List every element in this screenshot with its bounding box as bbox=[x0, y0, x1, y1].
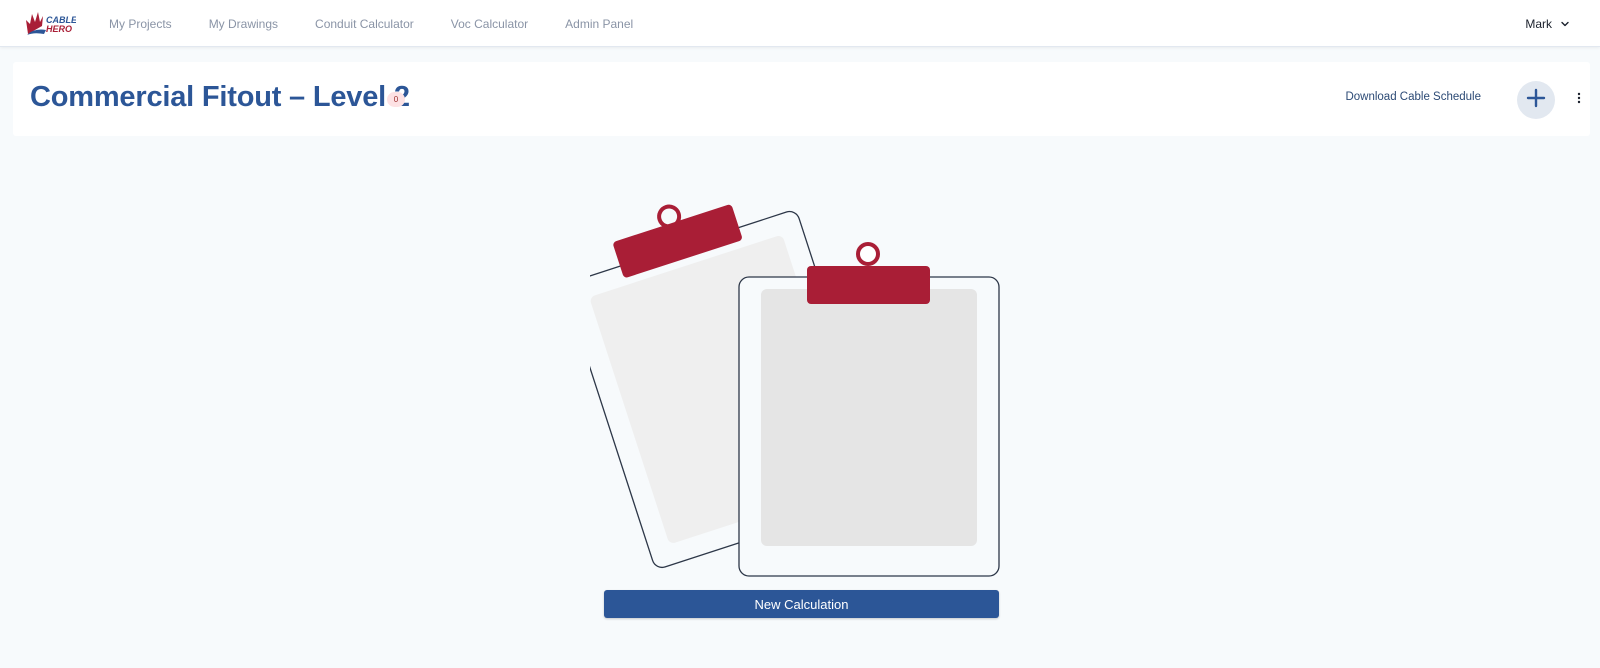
add-button[interactable] bbox=[1517, 81, 1555, 119]
nav-voc-calculator[interactable]: Voc Calculator bbox=[451, 17, 528, 31]
cable-hero-logo[interactable]: CABLE HERO bbox=[24, 8, 76, 38]
plus-icon bbox=[1526, 88, 1546, 113]
more-vertical-icon bbox=[1577, 91, 1581, 109]
more-options-button[interactable] bbox=[1573, 90, 1585, 110]
nav-my-drawings[interactable]: My Drawings bbox=[209, 17, 278, 31]
count-badge: 0 bbox=[387, 92, 405, 107]
page-title: Commercial Fitout – Level 2 bbox=[30, 81, 410, 113]
main-nav: My Projects My Drawings Conduit Calculat… bbox=[109, 0, 670, 47]
project-header: Commercial Fitout – Level 2 0 Download C… bbox=[13, 62, 1590, 136]
nav-conduit-calculator[interactable]: Conduit Calculator bbox=[315, 17, 414, 31]
download-cable-schedule-link[interactable]: Download Cable Schedule bbox=[1345, 91, 1481, 103]
nav-my-projects[interactable]: My Projects bbox=[109, 17, 172, 31]
user-name: Mark bbox=[1525, 16, 1552, 31]
top-navbar: CABLE HERO My Projects My Drawings Condu… bbox=[0, 0, 1600, 47]
nav-admin-panel[interactable]: Admin Panel bbox=[565, 17, 633, 31]
clipboards-illustration bbox=[564, 185, 1010, 580]
chevron-down-icon bbox=[1560, 19, 1570, 29]
user-menu[interactable]: Mark bbox=[1525, 0, 1570, 47]
new-calculation-button[interactable]: New Calculation bbox=[604, 590, 999, 618]
svg-text:HERO: HERO bbox=[46, 24, 72, 34]
